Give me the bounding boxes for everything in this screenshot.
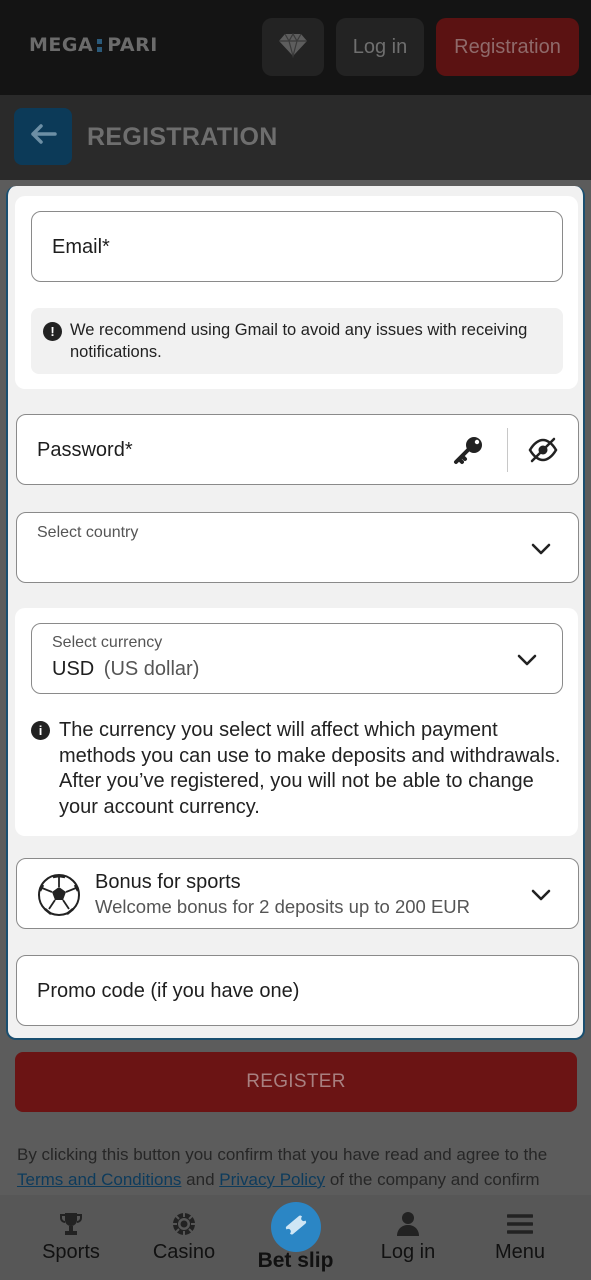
bet-slip-label: Bet slip [257, 1249, 334, 1272]
email-label: Email* [52, 236, 110, 258]
currency-card: Select currency USD (US dollar) i The cu… [15, 608, 578, 836]
terms-text: By clicking this button you confirm that… [17, 1142, 582, 1192]
currency-label: Select currency [52, 634, 163, 651]
eye-off-icon[interactable] [528, 437, 558, 468]
register-button[interactable]: REGISTER [15, 1052, 577, 1112]
trophy-icon [58, 1211, 84, 1237]
terms-link[interactable]: Terms and Conditions [17, 1170, 181, 1189]
page-title-bar: REGISTRATION [0, 95, 591, 180]
top-header: MEGA PARI Log in Registration [0, 0, 591, 95]
chevron-down-icon [517, 653, 537, 671]
email-card: Email* ! We recommend using Gmail to avo… [15, 196, 578, 389]
back-button[interactable] [14, 108, 72, 165]
user-icon [396, 1211, 420, 1237]
privacy-policy-link[interactable]: Privacy Policy [219, 1170, 325, 1189]
terms-and: and [186, 1170, 215, 1189]
bonus-title: Bonus for sports [95, 871, 241, 893]
page-title: REGISTRATION [87, 123, 278, 151]
email-hint-box: ! We recommend using Gmail to avoid any … [31, 308, 563, 374]
promo-code-label: Promo code (if you have one) [37, 980, 300, 1002]
info-icon: i [31, 721, 50, 740]
chevron-down-icon [531, 542, 551, 560]
currency-name: (US dollar) [103, 658, 200, 680]
registration-button[interactable]: Registration [436, 18, 579, 76]
logo-left-text: MEGA [29, 34, 94, 56]
login-button[interactable]: Log in [336, 18, 424, 76]
chevron-down-icon [531, 888, 551, 906]
promo-code-field[interactable]: Promo code (if you have one) [16, 955, 579, 1026]
country-select[interactable]: Select country [16, 512, 579, 583]
currency-hint-text: The currency you select will affect whic… [59, 719, 561, 818]
country-label: Select country [37, 524, 139, 541]
registration-form: Email* ! We recommend using Gmail to avo… [6, 186, 585, 1040]
terms-prefix: By clicking this button you confirm that… [17, 1145, 548, 1164]
vip-diamond-button[interactable] [262, 18, 324, 76]
logo-right-text: PARI [107, 34, 158, 56]
megapari-logo[interactable]: MEGA PARI [29, 34, 158, 56]
currency-select[interactable]: Select currency USD (US dollar) [31, 623, 563, 694]
password-field[interactable]: Password* [16, 414, 579, 485]
soccer-ball-icon [37, 873, 81, 922]
bonus-select[interactable]: Bonus for sports Welcome bonus for 2 dep… [16, 858, 579, 929]
password-label: Password* [37, 439, 133, 461]
casino-chip-icon [172, 1211, 196, 1237]
bonus-subtitle: Welcome bonus for 2 deposits up to 200 E… [95, 896, 471, 917]
key-icon[interactable] [453, 435, 485, 470]
bet-slip-button[interactable] [271, 1202, 321, 1252]
alert-icon: ! [43, 322, 62, 341]
email-field[interactable]: Email* [31, 211, 563, 282]
hamburger-menu-icon [507, 1211, 533, 1237]
ticket-icon [283, 1212, 309, 1243]
currency-code: USD [52, 658, 95, 680]
diamond-icon [278, 32, 308, 63]
terms-suffix: of the company and confirm [329, 1170, 540, 1189]
arrow-left-icon [29, 123, 57, 150]
email-hint-text: We recommend using Gmail to avoid any is… [70, 321, 528, 361]
